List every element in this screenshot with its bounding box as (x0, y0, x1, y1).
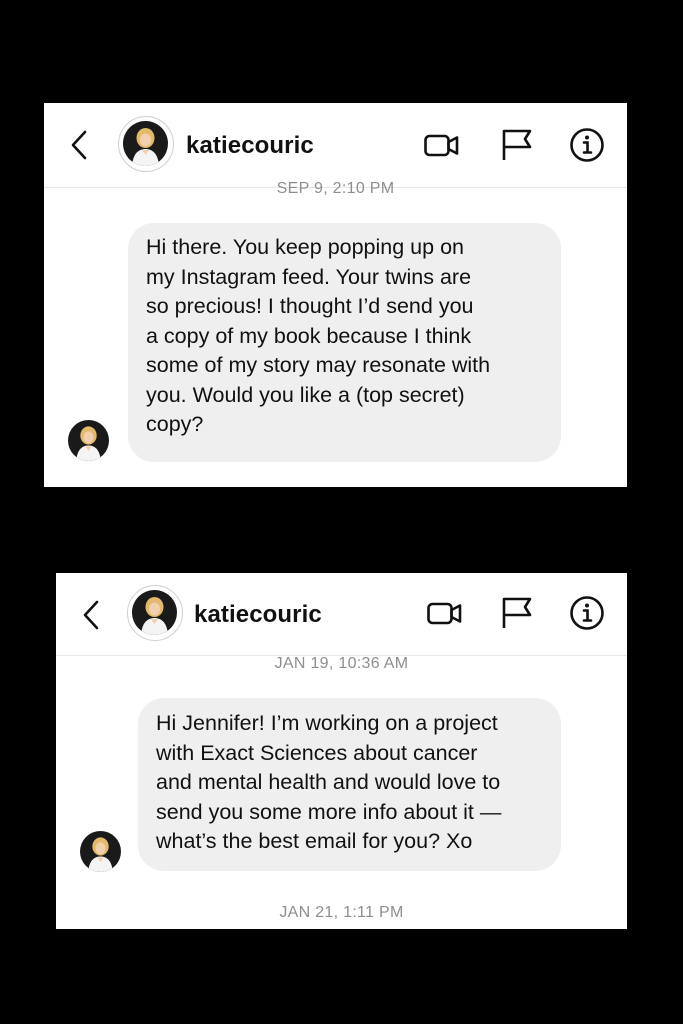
dm-screenshot-1: katiecouric SEP 9, 2:10 PM Hi there. You… (44, 103, 627, 487)
sender-avatar[interactable] (68, 420, 109, 461)
message-timestamp: JAN 19, 10:36 AM (274, 655, 409, 672)
message-timestamp: SEP 9, 2:10 PM (276, 180, 395, 197)
dm-screenshot-2: katiecouric JAN 19, 10:36 AM Hi Jennifer… (56, 573, 627, 929)
sender-avatar[interactable] (80, 831, 121, 872)
flag-icon[interactable] (499, 127, 535, 163)
profile-avatar[interactable] (127, 585, 183, 641)
avatar-image (123, 121, 168, 166)
chat-header: katiecouric (44, 103, 627, 188)
video-call-icon[interactable] (424, 127, 460, 163)
message-timestamp-bottom: JAN 21, 1:11 PM (279, 904, 404, 921)
flag-icon[interactable] (499, 595, 535, 631)
avatar-image (132, 590, 177, 635)
message-bubble[interactable]: Hi there. You keep popping up on my Inst… (128, 223, 561, 462)
back-chevron-icon[interactable] (80, 599, 102, 631)
back-chevron-icon[interactable] (68, 129, 90, 161)
chat-username[interactable]: katiecouric (186, 132, 314, 160)
video-call-icon[interactable] (427, 595, 463, 631)
info-icon[interactable] (569, 127, 605, 163)
chat-username[interactable]: katiecouric (194, 601, 322, 629)
info-icon[interactable] (569, 595, 605, 631)
chat-header: katiecouric (56, 573, 627, 656)
profile-avatar[interactable] (118, 116, 174, 172)
message-bubble[interactable]: Hi Jennifer! I’m working on a project wi… (138, 698, 561, 871)
